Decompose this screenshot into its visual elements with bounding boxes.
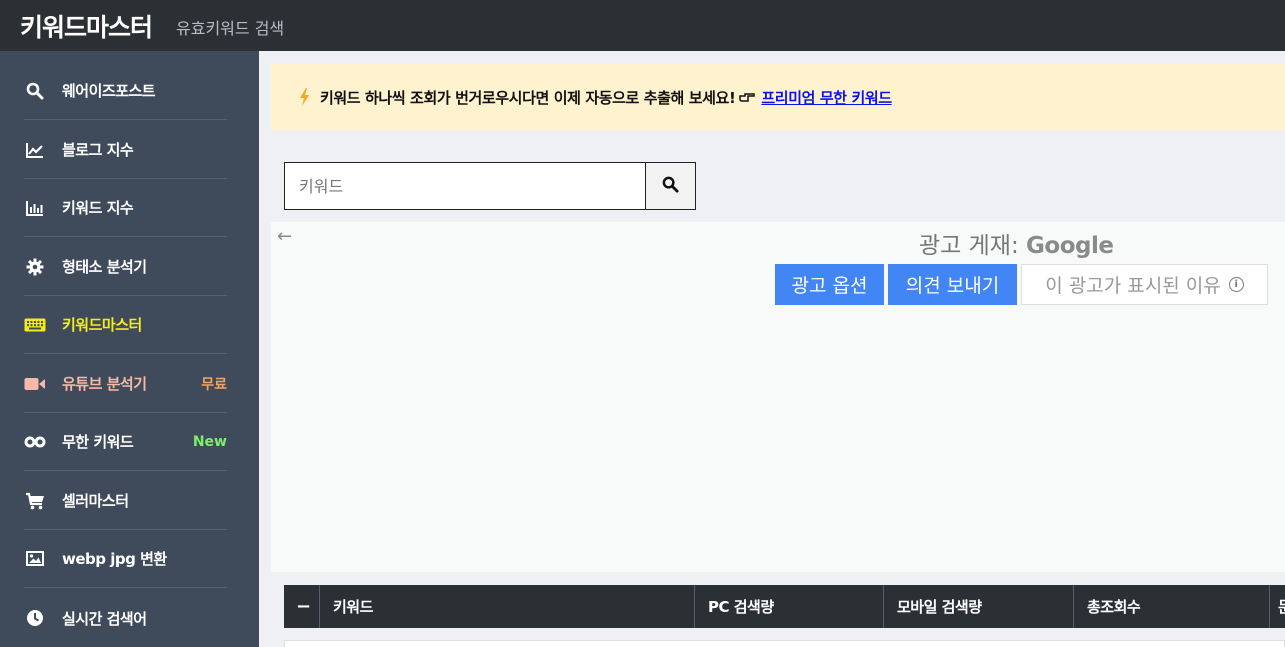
sidebar-item-keyword-index[interactable]: 키워드 지수 <box>24 179 227 237</box>
sidebar-item-label: 키워드마스터 <box>62 316 142 334</box>
clock-icon <box>24 608 46 628</box>
free-badge: 무료 <box>201 376 227 393</box>
sidebar-item-label: 무한 키워드 <box>62 433 134 451</box>
image-icon <box>24 549 46 569</box>
line-chart-icon <box>24 140 46 160</box>
column-keyword[interactable]: 키워드 <box>320 585 695 628</box>
column-pc-volume[interactable]: PC 검색량 <box>695 585 884 628</box>
sidebar-item-morpheme-analyzer[interactable]: 형태소 분석기 <box>24 238 227 296</box>
gear-icon <box>24 257 46 277</box>
sidebar-item-sellermaster[interactable]: 셀러마스터 <box>24 472 227 530</box>
sidebar-item-label: 키워드 지수 <box>62 199 134 217</box>
sidebar-item-label: 블로그 지수 <box>62 141 134 159</box>
sidebar-item-label: 유튜브 분석기 <box>62 375 147 393</box>
search-icon <box>662 176 679 196</box>
premium-infinite-keyword-link[interactable]: 프리미엄 무한 키워드 <box>761 87 892 108</box>
lightning-icon <box>299 88 310 106</box>
collapse-toggle[interactable]: − <box>284 585 320 628</box>
keyword-search-input[interactable] <box>285 163 645 209</box>
sidebar-item-blog-index[interactable]: 블로그 지수 <box>24 121 227 179</box>
new-badge: New <box>192 433 227 450</box>
ad-options-button[interactable]: 광고 옵션 <box>775 264 884 305</box>
back-arrow-icon[interactable]: ← <box>277 226 292 247</box>
sidebar-item-label: 실시간 검색어 <box>62 609 147 628</box>
why-this-ad-label: 이 광고가 표시된 이유 <box>1045 275 1221 297</box>
sidebar-item-infinite-keyword[interactable]: 무한 키워드 New <box>24 413 227 471</box>
info-icon: i <box>1228 277 1244 292</box>
main-content: 키워드 하나씩 조회가 번거로우시다면 이제 자동으로 추출해 보세요! 프리미… <box>259 51 1285 647</box>
sidebar-item-whereispost[interactable]: 웨어이즈포스트 <box>24 62 227 120</box>
results-table-body <box>284 640 1285 647</box>
ad-panel: ← 광고 게재: Google 광고 옵션 의견 보내기 이 광고가 표시된 이… <box>271 222 1285 572</box>
send-feedback-button[interactable]: 의견 보내기 <box>888 264 1017 305</box>
keyboard-icon <box>24 315 46 335</box>
sidebar: 웨어이즈포스트 블로그 지수 키워드 지수 형태소 분석기 키워드마스터 유튜브… <box>0 51 259 647</box>
cart-icon <box>24 491 46 511</box>
infinity-icon <box>24 432 46 452</box>
why-this-ad-button[interactable]: 이 광고가 표시된 이유 i <box>1021 264 1268 305</box>
ads-by-label: 광고 게재: <box>919 233 1019 259</box>
sidebar-item-realtime-search[interactable]: 실시간 검색어 <box>24 589 227 647</box>
notice-text: 키워드 하나씩 조회가 번거로우시다면 이제 자동으로 추출해 보세요! <box>320 88 736 107</box>
search-button[interactable] <box>645 163 695 209</box>
search-icon <box>24 81 46 101</box>
sidebar-item-webp-converter[interactable]: webp jpg 변환 <box>24 530 227 588</box>
top-bar: 키워드마스터 유효키워드 검색 <box>0 0 1285 51</box>
search-box <box>284 162 696 210</box>
sidebar-item-label: 웨어이즈포스트 <box>62 82 156 100</box>
pointing-hand-icon <box>739 91 756 103</box>
sidebar-item-label: 형태소 분석기 <box>62 258 147 276</box>
sidebar-item-youtube-analyzer[interactable]: 유튜브 분석기 무료 <box>24 355 227 413</box>
column-mobile-volume[interactable]: 모바일 검색량 <box>884 585 1074 628</box>
sidebar-item-keywordmaster[interactable]: 키워드마스터 <box>24 296 227 354</box>
google-logo: Google <box>1026 233 1114 259</box>
bar-chart-icon <box>24 198 46 218</box>
video-camera-icon <box>24 374 46 394</box>
brand-subtitle: 유효키워드 검색 <box>176 19 285 38</box>
results-table-header: − 키워드 PC 검색량 모바일 검색량 총조회수 문 <box>284 585 1285 628</box>
sidebar-item-label: webp jpg 변환 <box>62 550 167 568</box>
ads-by-google: 광고 게재: Google <box>919 226 1114 260</box>
sidebar-item-label: 셀러마스터 <box>62 492 129 510</box>
column-doc-count[interactable]: 문 <box>1270 585 1285 628</box>
notice-banner: 키워드 하나씩 조회가 번거로우시다면 이제 자동으로 추출해 보세요! 프리미… <box>271 64 1285 130</box>
brand-title[interactable]: 키워드마스터 <box>20 8 153 44</box>
column-total-views[interactable]: 총조회수 <box>1074 585 1270 628</box>
